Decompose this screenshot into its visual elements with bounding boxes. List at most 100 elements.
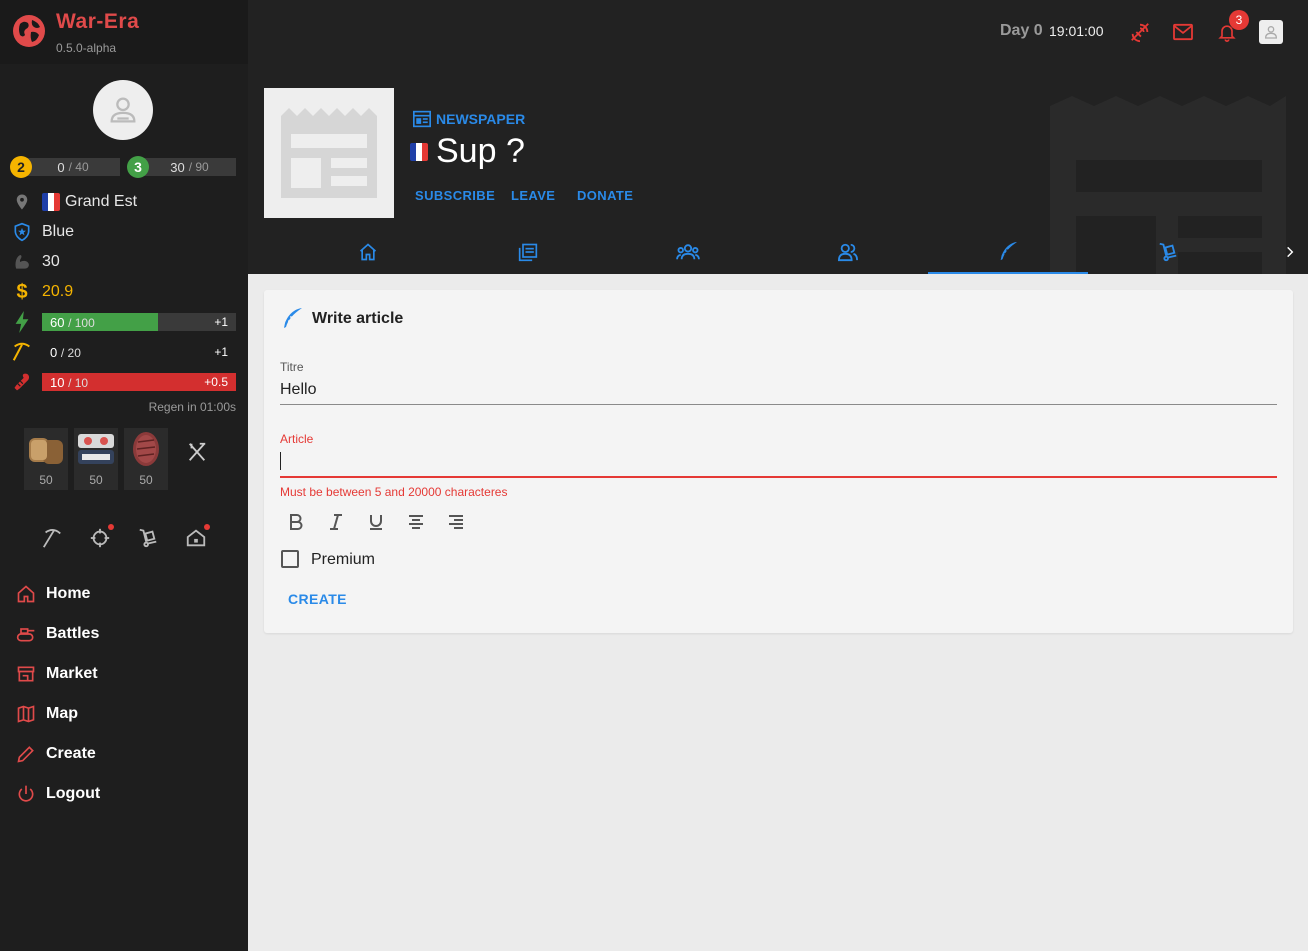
party-row[interactable]: Blue bbox=[10, 220, 238, 244]
region-name: Grand Est bbox=[65, 193, 138, 210]
region-row[interactable]: Grand Est bbox=[10, 190, 238, 214]
notification-dot bbox=[204, 524, 210, 530]
work-current: 0 bbox=[50, 344, 58, 360]
globe-logo-icon bbox=[13, 15, 45, 47]
party-name: Blue bbox=[42, 223, 75, 240]
level-badge: 3 bbox=[127, 156, 149, 178]
work-bar: 0 / 20 +1 bbox=[42, 343, 236, 361]
food-steak[interactable]: 50 bbox=[124, 428, 168, 490]
house-icon bbox=[186, 529, 206, 547]
level-progress: 0 / 40 bbox=[26, 158, 120, 176]
align-right-button[interactable] bbox=[444, 510, 468, 534]
hand-truck-action-button[interactable] bbox=[136, 522, 160, 554]
food-sushi[interactable]: 50 bbox=[74, 428, 118, 490]
health-regen: +0.5 bbox=[204, 375, 228, 389]
work-max: / 20 bbox=[60, 345, 81, 360]
home-icon bbox=[359, 243, 377, 261]
user-menu-button[interactable] bbox=[1259, 20, 1283, 44]
location-pin-icon bbox=[10, 190, 34, 214]
donate-button[interactable]: DONATE bbox=[577, 188, 633, 203]
tab-home[interactable] bbox=[288, 230, 448, 274]
nav-market[interactable]: Market bbox=[14, 654, 234, 694]
card-heading: Write article bbox=[312, 310, 404, 327]
quill-icon bbox=[1000, 241, 1018, 261]
write-article-card: Write article Titre Hello Article Must b… bbox=[264, 290, 1293, 633]
drumstick-icon bbox=[10, 370, 34, 394]
energy-current: 60 bbox=[50, 314, 65, 330]
underline-button[interactable] bbox=[364, 510, 388, 534]
premium-label[interactable]: Premium bbox=[311, 551, 375, 569]
steak-icon bbox=[133, 432, 159, 466]
tab-write[interactable] bbox=[928, 230, 1088, 274]
sushi-icon bbox=[78, 434, 114, 464]
user-icon bbox=[110, 97, 136, 123]
avatar[interactable] bbox=[93, 80, 153, 140]
people-icon bbox=[837, 243, 858, 262]
military-level[interactable]: 2 0 / 40 bbox=[10, 156, 120, 178]
italic-icon bbox=[330, 514, 342, 530]
fork-knife-icon[interactable] bbox=[186, 441, 208, 463]
brand-header[interactable]: War-Era 0.5.0-alpha bbox=[0, 0, 248, 64]
align-right-icon bbox=[449, 515, 463, 529]
crosshair-icon bbox=[90, 528, 110, 548]
hand-truck-icon bbox=[1159, 242, 1177, 262]
align-center-button[interactable] bbox=[404, 510, 428, 534]
strength-row: 30 bbox=[10, 250, 238, 274]
game-day: Day 0 bbox=[1000, 22, 1043, 39]
app-version: 0.5.0-alpha bbox=[56, 41, 117, 55]
article-underline bbox=[280, 476, 1277, 478]
satellite-off-icon[interactable] bbox=[1128, 20, 1152, 44]
premium-checkbox[interactable] bbox=[281, 550, 299, 568]
subscribe-button[interactable]: SUBSCRIBE bbox=[415, 188, 495, 203]
tab-subscribers[interactable] bbox=[768, 230, 928, 274]
dollar-icon: $ bbox=[16, 280, 28, 303]
article-field[interactable] bbox=[280, 448, 1277, 476]
create-button[interactable]: CREATE bbox=[288, 591, 347, 607]
tabs-next-button[interactable] bbox=[1278, 240, 1302, 264]
title-field[interactable]: Hello bbox=[280, 381, 316, 399]
nav-battles[interactable]: Battles bbox=[14, 614, 234, 654]
economic-level[interactable]: 3 30 / 90 bbox=[127, 156, 236, 178]
app-name: War-Era bbox=[56, 10, 140, 33]
mail-icon[interactable] bbox=[1171, 20, 1195, 44]
energy-row: 60 / 100 +1 bbox=[10, 310, 238, 334]
tab-articles[interactable] bbox=[448, 230, 608, 274]
chevron-right-icon bbox=[1287, 246, 1294, 258]
notification-count-badge: 3 bbox=[1229, 10, 1249, 30]
bold-button[interactable] bbox=[284, 510, 308, 534]
nav-create[interactable]: Create bbox=[14, 734, 234, 774]
food-count: 50 bbox=[89, 473, 103, 487]
title-underline bbox=[280, 404, 1277, 405]
nav-home[interactable]: Home bbox=[14, 574, 234, 614]
bold-icon bbox=[290, 514, 303, 530]
italic-button[interactable] bbox=[324, 510, 348, 534]
level-progress: 30 / 90 bbox=[143, 158, 236, 176]
nav-logout[interactable]: Logout bbox=[14, 774, 234, 814]
work-action-button[interactable] bbox=[40, 522, 64, 554]
home-icon bbox=[14, 582, 38, 606]
underline-icon bbox=[370, 515, 382, 530]
tab-members[interactable] bbox=[608, 230, 768, 274]
sidebar: War-Era 0.5.0-alpha 2 0 / 40 3 30 / 90 G… bbox=[0, 0, 248, 951]
food-bread[interactable]: 50 bbox=[24, 428, 68, 490]
lightning-icon bbox=[10, 310, 34, 334]
france-flag-icon bbox=[42, 193, 60, 211]
pickaxe-icon bbox=[10, 340, 34, 364]
newspaper-logo bbox=[264, 88, 394, 218]
food-count: 50 bbox=[139, 473, 153, 487]
energy-bar: 60 / 100 +1 bbox=[42, 313, 236, 331]
arm-muscle-icon bbox=[10, 250, 34, 274]
work-row: 0 / 20 +1 bbox=[10, 340, 238, 364]
nav-map[interactable]: Map bbox=[14, 694, 234, 734]
newspaper-small-icon bbox=[413, 110, 431, 128]
house-action-button[interactable] bbox=[184, 522, 210, 554]
level-current: 0 bbox=[57, 159, 65, 175]
france-flag-icon bbox=[410, 142, 428, 161]
train-action-button[interactable] bbox=[88, 522, 114, 554]
health-bar: 10 / 10 +0.5 bbox=[42, 373, 236, 391]
notification-dot bbox=[108, 524, 114, 530]
tab-shipping[interactable] bbox=[1088, 230, 1248, 274]
work-regen: +1 bbox=[214, 345, 228, 359]
leave-button[interactable]: LEAVE bbox=[511, 188, 555, 203]
align-center-icon bbox=[409, 515, 423, 529]
